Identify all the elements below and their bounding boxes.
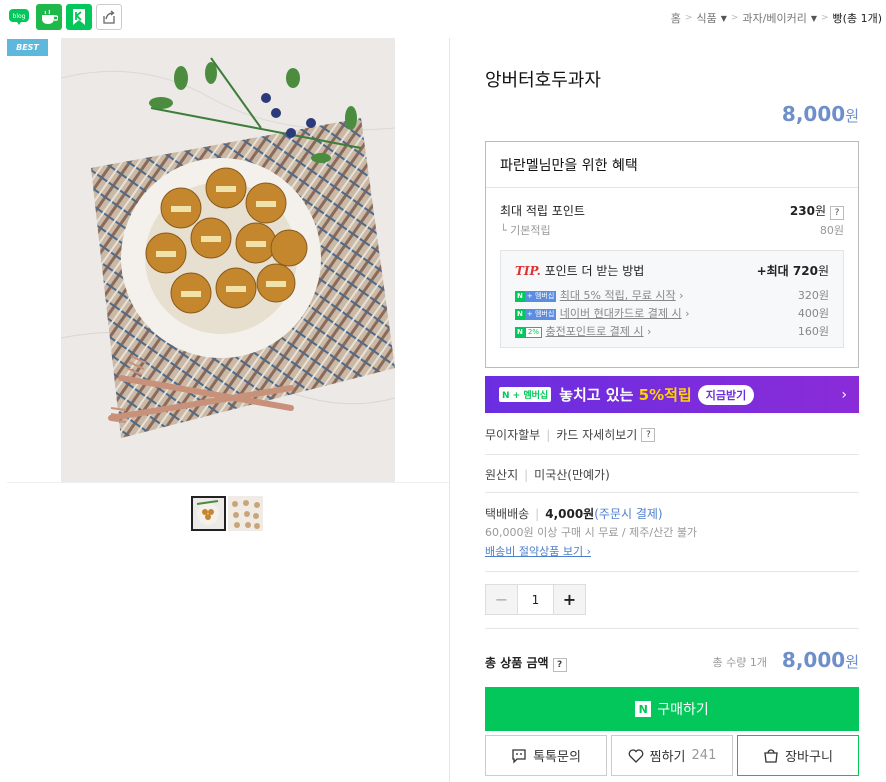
wish-label: 찜하기 bbox=[649, 750, 686, 765]
heart-icon bbox=[628, 748, 644, 763]
chevron-right-icon: > bbox=[684, 13, 693, 23]
shipping-condition: 60,000원 이상 구매 시 무료 / 제주/산간 불가 bbox=[485, 526, 698, 539]
divider bbox=[485, 571, 859, 572]
thumbnail-2[interactable] bbox=[228, 496, 263, 531]
shopping-bag-icon bbox=[764, 748, 778, 763]
banner-text: 놓치고 있는 5%적립 bbox=[559, 386, 692, 404]
product-title: 앙버터호두과자 bbox=[485, 70, 601, 91]
chevron-right-icon: > bbox=[821, 13, 829, 23]
breadcrumb-home[interactable]: 홈 bbox=[671, 10, 681, 26]
membership-badge: + 멤버십 bbox=[524, 308, 557, 320]
max-point-row: 최대 적립 포인트 230원? bbox=[500, 202, 844, 220]
total-price: 8,000원 bbox=[781, 648, 859, 672]
svg-text:blog: blog bbox=[13, 13, 26, 20]
breadcrumb-category-1[interactable]: 식품 bbox=[696, 10, 716, 26]
divider bbox=[485, 628, 859, 629]
naver-logo-icon: N bbox=[635, 701, 652, 717]
membership-badge: + 멤버십 bbox=[524, 290, 557, 302]
chat-icon bbox=[512, 748, 526, 764]
help-icon[interactable]: ? bbox=[641, 427, 656, 442]
price-unit: 원 bbox=[845, 107, 859, 125]
installment-row: 무이자할부 | 카드 자세히보기? bbox=[485, 426, 656, 443]
divider bbox=[485, 454, 859, 455]
talk-label: 톡톡문의 bbox=[533, 750, 581, 765]
best-badge: BEST bbox=[7, 39, 48, 56]
chevron-right-icon: > bbox=[730, 13, 739, 23]
membership-badge: N + 멤버십 bbox=[499, 387, 552, 402]
cart-label: 장바구니 bbox=[785, 750, 833, 765]
talk-inquiry-button[interactable]: 톡톡문의 bbox=[485, 735, 607, 776]
total-label: 총 상품 금액? bbox=[485, 654, 567, 672]
base-point-value: 80원 bbox=[819, 224, 844, 237]
increase-button[interactable]: + bbox=[553, 585, 585, 614]
quantity-stepper: − 1 + bbox=[485, 584, 586, 615]
breadcrumb: 홈 > 식품 ▼ > 과자/베이커리 ▼ > 빵(총 1개) bbox=[671, 10, 882, 26]
benefit-header: 파란멜님만을 위한 혜택 bbox=[486, 142, 858, 188]
keep-share-icon[interactable] bbox=[66, 4, 92, 30]
base-point-label: └ 기본적립 bbox=[500, 224, 551, 237]
naver-badge: N bbox=[515, 290, 525, 302]
top-bar: blog 홈 > 식품 ▼ > 과자/베이커리 ▼ > 빵(총 1개) bbox=[0, 0, 886, 36]
tip-max: +최대 720원 bbox=[756, 264, 829, 278]
decrease-button[interactable]: − bbox=[486, 585, 518, 614]
get-now-button[interactable]: 지금받기 bbox=[697, 384, 755, 405]
shipping-fee: 4,000원 bbox=[545, 507, 595, 521]
share-icon[interactable] bbox=[96, 4, 122, 30]
help-icon[interactable]: ? bbox=[552, 658, 567, 672]
product-price: 8,000원 bbox=[782, 102, 859, 126]
naver-badge: N bbox=[515, 326, 525, 338]
naver-badge: N bbox=[515, 308, 525, 320]
tip-title: TIP. 포인트 더 받는 방법 bbox=[515, 264, 645, 278]
installment-label: 무이자할부 bbox=[485, 428, 541, 442]
buy-label: 구매하기 bbox=[657, 702, 709, 718]
wish-button[interactable]: 찜하기 241 bbox=[611, 735, 733, 776]
membership-banner[interactable]: N + 멤버십 놓치고 있는 5%적립 지금받기 › bbox=[485, 376, 859, 413]
percent-badge: 2% bbox=[524, 326, 542, 338]
product-main-image[interactable] bbox=[61, 38, 395, 482]
shipping-label: 택배배송 bbox=[485, 507, 530, 521]
shipping-note: (주문시 결제) bbox=[594, 507, 663, 521]
total-quantity: 총 수량 1개 bbox=[712, 656, 767, 669]
origin-value: 미국산(만예가) bbox=[534, 468, 610, 482]
quantity-value[interactable]: 1 bbox=[518, 585, 553, 614]
blog-share-icon[interactable]: blog bbox=[6, 4, 32, 30]
help-icon[interactable]: ? bbox=[830, 206, 844, 220]
caret-down-icon[interactable]: ▼ bbox=[721, 14, 727, 23]
divider bbox=[7, 482, 449, 483]
buy-button[interactable]: N 구매하기 bbox=[485, 687, 859, 731]
chevron-right-icon: › bbox=[841, 386, 847, 403]
divider bbox=[485, 492, 859, 493]
caret-down-icon[interactable]: ▼ bbox=[811, 14, 817, 23]
max-point-value: 230원? bbox=[790, 202, 844, 220]
price-value: 8,000 bbox=[781, 102, 846, 126]
wish-count: 241 bbox=[691, 748, 717, 763]
tip-row[interactable]: N 2% 충전포인트로 결제 시 › 160원 bbox=[515, 323, 829, 339]
tip-row[interactable]: N + 멤버십 최대 5% 적립, 무료 시작 › 320원 bbox=[515, 287, 829, 303]
breadcrumb-current[interactable]: 빵(총 1개) bbox=[833, 10, 882, 26]
shipping-saving-link[interactable]: 배송비 절약상품 보기 › bbox=[485, 543, 591, 559]
product-gallery: BEST bbox=[0, 38, 450, 782]
card-detail-link[interactable]: 카드 자세히보기 bbox=[556, 426, 637, 443]
cart-button[interactable]: 장바구니 bbox=[737, 735, 859, 776]
origin-row: 원산지 | 미국산(만예가) bbox=[485, 467, 610, 483]
cafe-share-icon[interactable] bbox=[36, 4, 62, 30]
thumbnail-1[interactable] bbox=[191, 496, 226, 531]
base-point-row: └ 기본적립 80원 bbox=[500, 222, 844, 238]
shipping-row: 택배배송 | 4,000원 (주문시 결제) bbox=[485, 506, 663, 522]
tip-row[interactable]: N + 멤버십 네이버 현대카드로 결제 시 › 400원 bbox=[515, 305, 829, 321]
max-point-label: 최대 적립 포인트 bbox=[500, 204, 585, 218]
tip-box: TIP. 포인트 더 받는 방법 +최대 720원 N + 멤버십 최대 5% 적… bbox=[500, 250, 844, 348]
breadcrumb-category-2[interactable]: 과자/베이커리 bbox=[742, 10, 806, 26]
origin-label: 원산지 bbox=[485, 468, 519, 482]
benefit-box: 파란멜님만을 위한 혜택 최대 적립 포인트 230원? └ 기본적립 80원 … bbox=[485, 141, 859, 368]
